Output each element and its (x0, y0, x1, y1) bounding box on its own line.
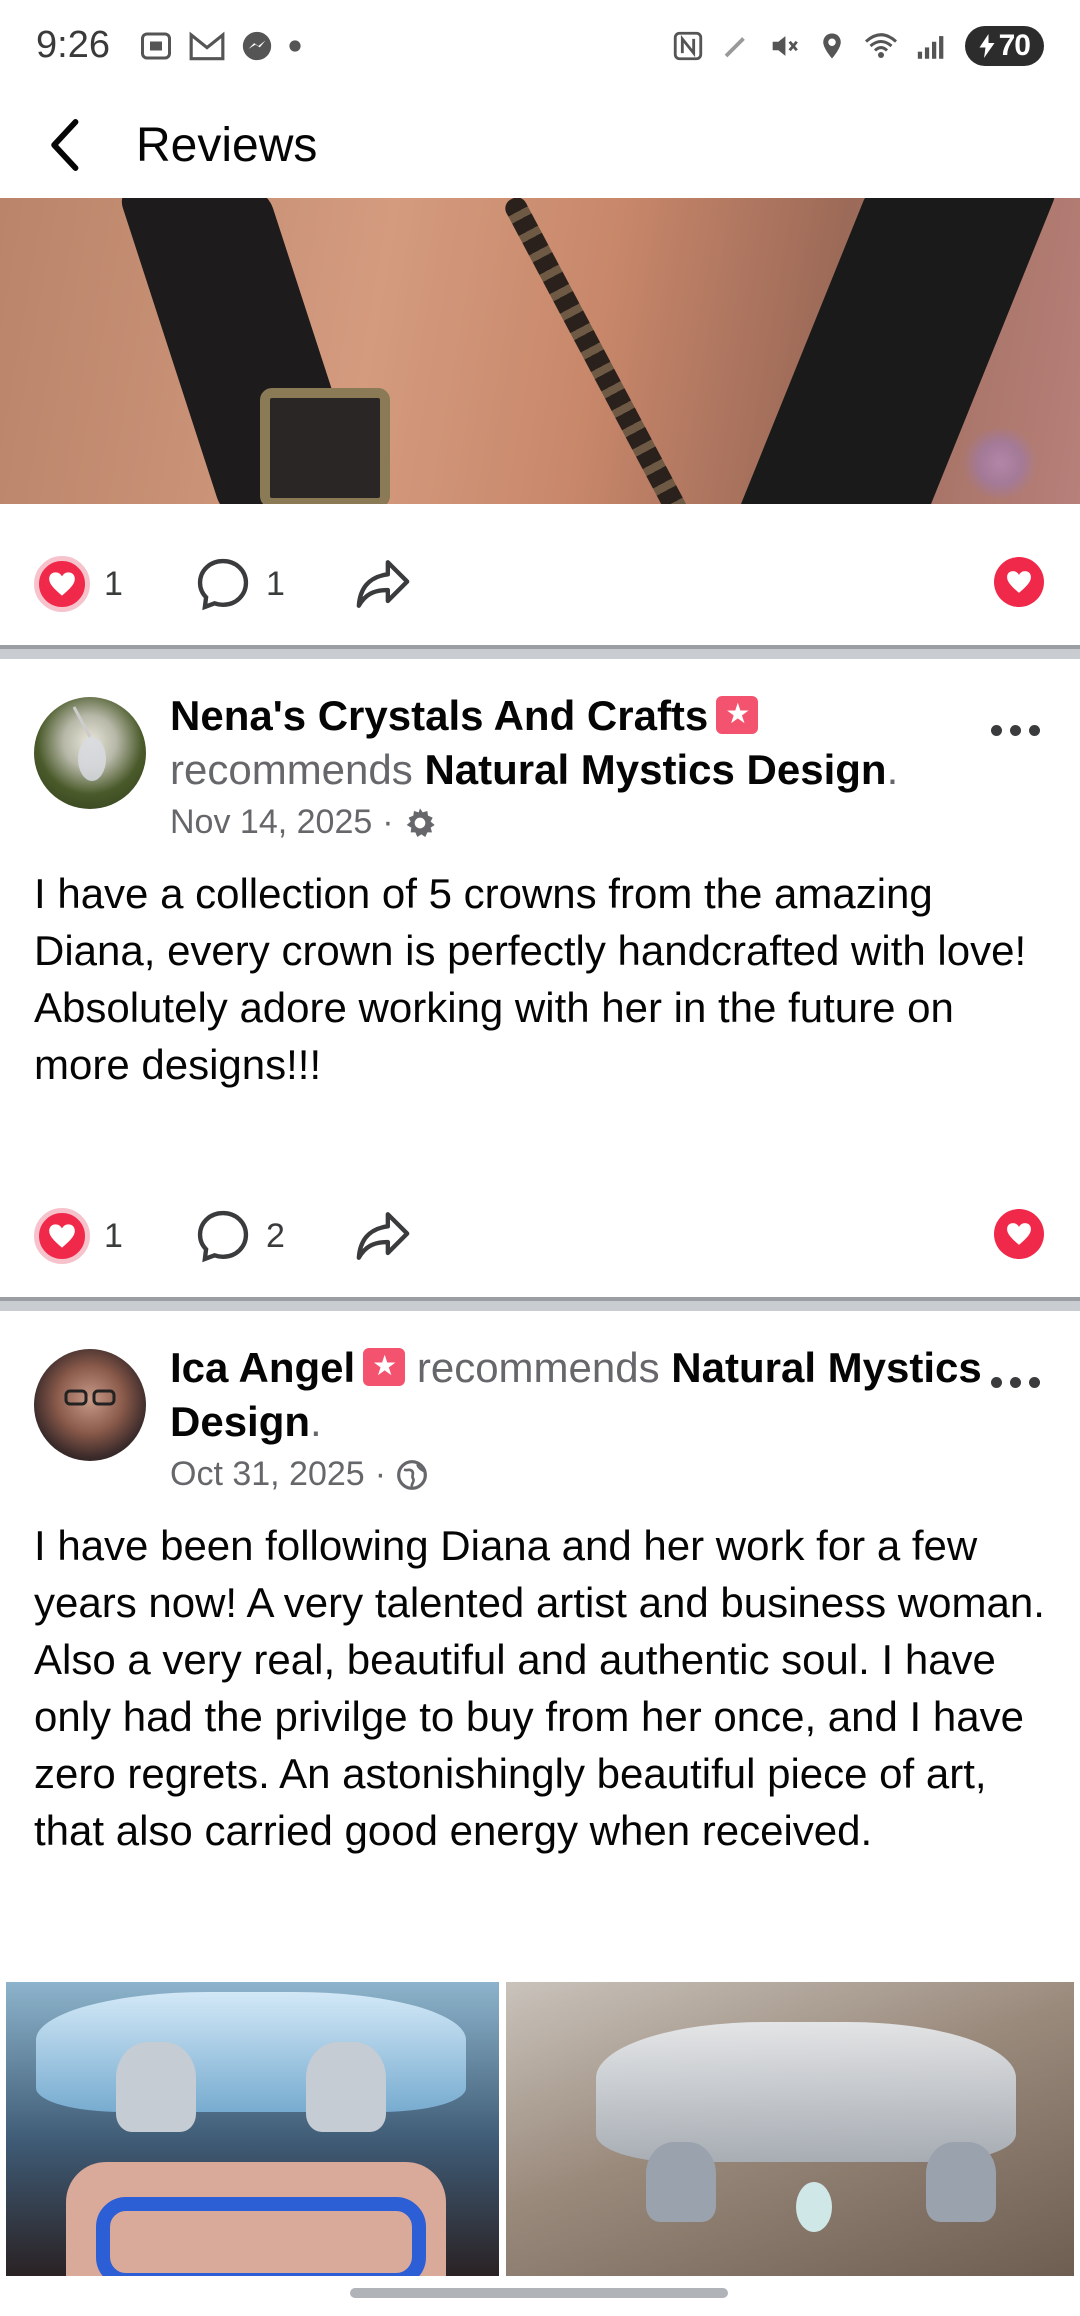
author-name[interactable]: Ica Angel (170, 1344, 355, 1391)
photo-detail (96, 2197, 426, 2276)
photo-detail (926, 2142, 996, 2222)
top-fan-badge-icon (363, 1348, 406, 1386)
share-icon (356, 1212, 410, 1260)
comment-count: 1 (266, 564, 285, 603)
review-photo-2[interactable] (506, 1982, 1074, 2276)
post-divider (0, 645, 1080, 659)
page-title: Reviews (136, 119, 318, 172)
nfc-icon (673, 31, 702, 61)
more-options-button[interactable] (980, 1357, 1050, 1407)
dot-icon (990, 1376, 1002, 1388)
review-header: Ica Angel recommends Natural Mystics Des… (170, 1341, 1010, 1449)
battery-level: 70 (998, 29, 1031, 62)
dot-icon (990, 724, 1002, 736)
reaction-count: 1 (104, 1216, 123, 1255)
status-time: 9:26 (36, 24, 110, 66)
crystal-pendant-icon (72, 706, 106, 781)
globe-icon (397, 1459, 427, 1490)
screenshot-icon (141, 32, 171, 60)
reaction-button[interactable]: 1 (34, 524, 123, 644)
home-indicator[interactable] (350, 2288, 728, 2298)
page-name[interactable]: Natural Mystics Design (424, 746, 886, 793)
top-fan-badge-icon (716, 696, 759, 734)
person-glasses-icon (64, 1389, 116, 1406)
photo-detail (646, 2142, 716, 2222)
recommends-text: recommends (170, 746, 413, 793)
photo-detail (306, 2042, 386, 2132)
review-text: I have a collection of 5 crowns from the… (34, 870, 1027, 1088)
dot-icon (289, 40, 301, 52)
photo-detail (960, 428, 1040, 498)
comment-icon (197, 1210, 249, 1263)
photo-detail (36, 1992, 466, 2112)
post-actions: 1 1 (0, 524, 1080, 644)
post-date[interactable]: Oct 31, 2025 (170, 1455, 365, 1494)
heart-icon (994, 557, 1044, 607)
messenger-icon (242, 31, 272, 61)
dot-icon (1009, 1376, 1021, 1388)
more-options-button[interactable] (980, 705, 1050, 755)
dot-icon (1028, 1376, 1040, 1388)
back-button[interactable] (34, 110, 94, 180)
location-icon (822, 33, 841, 59)
notification-icons (138, 28, 302, 64)
back-arrow-icon (51, 119, 79, 171)
gmail-icon (189, 31, 225, 61)
comment-count: 2 (266, 1216, 285, 1255)
reaction-button[interactable]: 1 (34, 1176, 123, 1296)
photo-detail (596, 2022, 1016, 2162)
system-icons: 70 (671, 26, 1044, 66)
reaction-count: 1 (104, 564, 123, 603)
avatar[interactable] (34, 697, 146, 809)
gear-icon (406, 807, 435, 837)
wifi-icon (864, 33, 897, 58)
post-actions: 1 2 (0, 1176, 1080, 1296)
post-photo[interactable] (0, 198, 1080, 504)
signal-icon (917, 36, 943, 59)
review-photo-1[interactable] (6, 1982, 499, 2276)
pen-icon (724, 37, 745, 58)
status-bar: 9:26 70 (0, 0, 1080, 96)
comment-button[interactable]: 1 (194, 524, 285, 644)
mute-icon (772, 36, 798, 56)
post-meta: Oct 31, 2025 · (170, 1455, 428, 1494)
dot-icon (1028, 724, 1040, 736)
post-divider (0, 1297, 1080, 1311)
photo-detail (796, 2182, 832, 2232)
recommends-text: recommends (416, 1344, 660, 1391)
battery-indicator: 70 (964, 26, 1044, 66)
share-button[interactable] (354, 1176, 412, 1296)
share-icon (356, 560, 410, 608)
app-bar: Reviews (0, 96, 1080, 199)
review-header: Nena's Crystals And Crafts recommends Na… (170, 689, 1010, 797)
photo-detail (501, 198, 691, 504)
photo-detail (260, 388, 390, 504)
share-button[interactable] (354, 524, 412, 644)
avatar[interactable] (34, 1349, 146, 1461)
photo-detail (116, 2042, 196, 2132)
comment-button[interactable]: 2 (194, 1176, 285, 1296)
heart-reaction-icon (34, 1208, 90, 1264)
dot-icon (1009, 724, 1021, 736)
post-date[interactable]: Nov 14, 2025 (170, 803, 372, 842)
post-meta: Nov 14, 2025 · (170, 803, 436, 842)
heart-icon (994, 1209, 1044, 1259)
charging-icon (979, 34, 995, 58)
heart-reaction-icon (34, 556, 90, 612)
author-name[interactable]: Nena's Crystals And Crafts (170, 692, 708, 739)
review-text: I have been following Diana and her work… (34, 1522, 1045, 1854)
comment-icon (197, 558, 249, 611)
